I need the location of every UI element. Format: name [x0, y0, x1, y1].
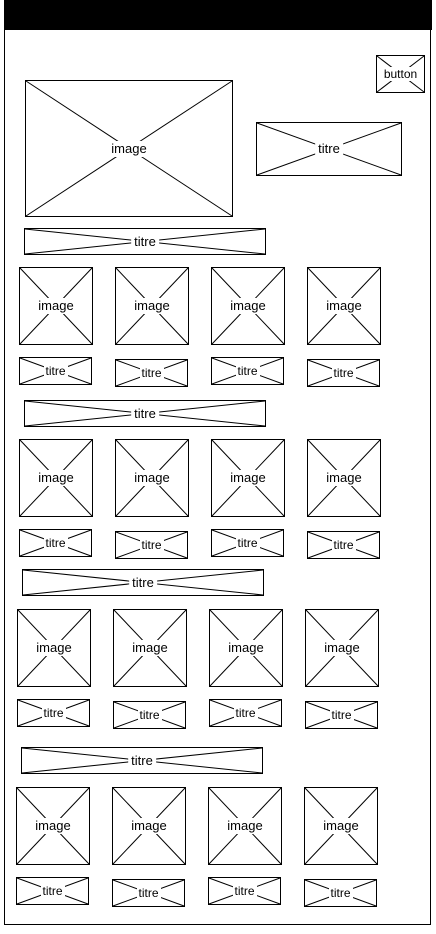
- grid-item-image[interactable]: image: [307, 439, 381, 517]
- section-title-bar: titre: [21, 747, 263, 774]
- grid-item-title-label: titre: [233, 706, 258, 720]
- hero-image-label: image: [108, 140, 150, 157]
- grid-item-image-label: image: [129, 640, 171, 656]
- grid-item-image[interactable]: image: [115, 267, 189, 345]
- grid-item-image[interactable]: image: [305, 609, 379, 687]
- section-title-bar: titre: [22, 569, 264, 596]
- grid-item-image[interactable]: image: [19, 267, 93, 345]
- grid-item-image-label: image: [35, 298, 77, 314]
- grid-item-image[interactable]: image: [113, 609, 187, 687]
- top-button[interactable]: button: [376, 55, 425, 93]
- grid-item-title: titre: [19, 357, 92, 385]
- grid-item-image[interactable]: image: [209, 609, 283, 687]
- grid-item-title-label: titre: [136, 886, 161, 900]
- grid-item-image[interactable]: image: [115, 439, 189, 517]
- grid-item-title-label: titre: [139, 538, 164, 552]
- section-title-bar: titre: [24, 400, 266, 427]
- grid-item-title: titre: [16, 877, 89, 905]
- grid-item-image-label: image: [131, 470, 173, 486]
- grid-item-image-label: image: [320, 818, 362, 834]
- button-label: button: [381, 67, 420, 81]
- section-title: titre: [131, 405, 159, 422]
- grid-item-image-label: image: [128, 818, 170, 834]
- grid-item-title: titre: [307, 359, 380, 387]
- grid-item-image-label: image: [321, 640, 363, 656]
- grid-item-image-label: image: [35, 470, 77, 486]
- grid-item-image[interactable]: image: [16, 787, 90, 865]
- grid-item-image-label: image: [323, 470, 365, 486]
- section-title: titre: [129, 574, 157, 591]
- grid-item-image-label: image: [323, 298, 365, 314]
- grid-item-title-label: titre: [139, 366, 164, 380]
- top-bar: [4, 0, 432, 30]
- hero-title: titre: [256, 122, 402, 176]
- grid-item-title-label: titre: [232, 884, 257, 898]
- grid-item-image-label: image: [131, 298, 173, 314]
- grid-item-title-label: titre: [328, 886, 353, 900]
- grid-item-title: titre: [304, 879, 377, 907]
- grid-item-title-label: titre: [235, 364, 260, 378]
- grid-item-title-label: titre: [329, 708, 354, 722]
- grid-item-title-label: titre: [235, 536, 260, 550]
- section-title: titre: [128, 752, 156, 769]
- grid-item-title-label: titre: [41, 706, 66, 720]
- grid-item-image-label: image: [227, 298, 269, 314]
- hero-image: image: [25, 80, 233, 217]
- grid-item-title-label: titre: [331, 366, 356, 380]
- section-title-bar: titre: [24, 228, 266, 255]
- grid-item-title: titre: [305, 701, 378, 729]
- grid-item-image[interactable]: image: [304, 787, 378, 865]
- grid-item-image[interactable]: image: [17, 609, 91, 687]
- grid-item-title: titre: [211, 529, 284, 557]
- grid-item-title-label: titre: [43, 364, 68, 378]
- grid-item-title: titre: [112, 879, 185, 907]
- grid-item-image-label: image: [225, 640, 267, 656]
- section-title: titre: [131, 233, 159, 250]
- grid-item-title: titre: [17, 699, 90, 727]
- grid-item-title: titre: [113, 701, 186, 729]
- grid-item-title: titre: [307, 531, 380, 559]
- grid-item-image[interactable]: image: [112, 787, 186, 865]
- grid-item-title-label: titre: [137, 708, 162, 722]
- grid-item-title: titre: [208, 877, 281, 905]
- grid-item-title-label: titre: [331, 538, 356, 552]
- grid-item-image[interactable]: image: [208, 787, 282, 865]
- grid-item-title: titre: [115, 531, 188, 559]
- grid-item-title: titre: [211, 357, 284, 385]
- grid-item-image-label: image: [227, 470, 269, 486]
- grid-item-image-label: image: [224, 818, 266, 834]
- grid-item-image[interactable]: image: [307, 267, 381, 345]
- grid-item-image[interactable]: image: [211, 267, 285, 345]
- grid-item-image[interactable]: image: [19, 439, 93, 517]
- hero-title-label: titre: [315, 141, 343, 157]
- grid-item-title: titre: [115, 359, 188, 387]
- grid-item-image[interactable]: image: [211, 439, 285, 517]
- grid-item-title-label: titre: [40, 884, 65, 898]
- grid-item-title-label: titre: [43, 536, 68, 550]
- grid-item-image-label: image: [33, 640, 75, 656]
- grid-item-title: titre: [209, 699, 282, 727]
- grid-item-image-label: image: [32, 818, 74, 834]
- grid-item-title: titre: [19, 529, 92, 557]
